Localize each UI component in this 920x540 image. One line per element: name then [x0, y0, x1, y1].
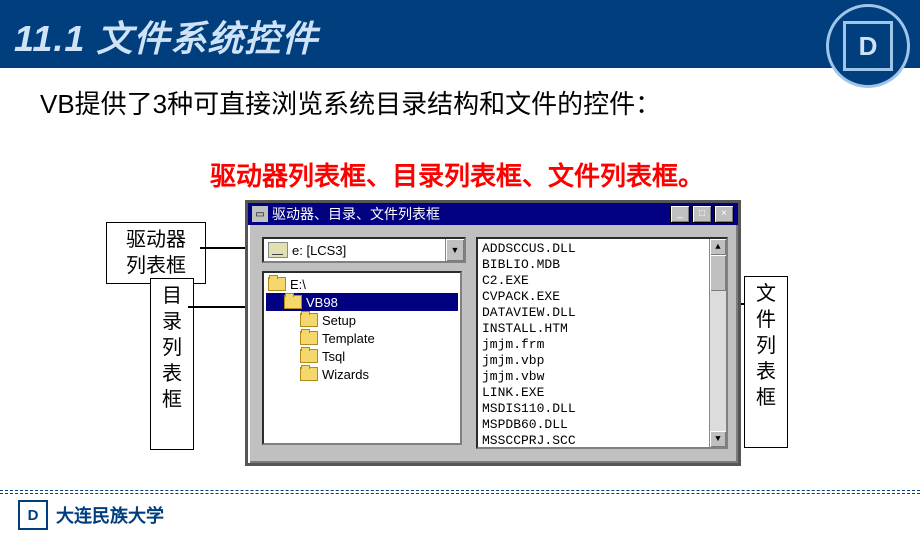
annotation-drive-line2: 列表框	[126, 255, 186, 277]
drive-listbox[interactable]: e: [LCS3] ▼	[262, 237, 466, 263]
window-title: 驱动器、目录、文件列表框	[272, 204, 670, 224]
file-item[interactable]: BIBLIO.MDB	[482, 257, 705, 273]
footer-university: 大连民族大学	[56, 502, 164, 528]
dropdown-arrow-icon[interactable]: ▼	[445, 239, 464, 261]
footer-logo-icon: D	[18, 500, 48, 530]
annotation-drive-line1: 驱动器	[126, 229, 186, 251]
directory-item[interactable]: Wizards	[266, 365, 458, 383]
folder-icon	[300, 349, 318, 363]
minimize-button[interactable]: _	[670, 205, 690, 223]
file-item[interactable]: C2.EXE	[482, 273, 705, 289]
folder-icon	[300, 313, 318, 327]
file-listbox[interactable]: ADDSCCUS.DLLBIBLIO.MDBC2.EXECVPACK.EXEDA…	[476, 237, 728, 449]
file-item[interactable]: jmjm.vbw	[482, 369, 705, 385]
file-item[interactable]: MSSCCPRJ.SCC	[482, 433, 705, 447]
close-button[interactable]: ×	[714, 205, 734, 223]
directory-item[interactable]: Tsql	[266, 347, 458, 365]
directory-name: Template	[322, 331, 375, 346]
directory-name: Tsql	[322, 349, 345, 364]
footer: D 大连民族大学	[18, 500, 164, 530]
vb-form-window: ▭ 驱动器、目录、文件列表框 _ □ × e: [LCS3] ▼ E:\VB98…	[245, 200, 741, 466]
scroll-up-icon[interactable]: ▲	[710, 239, 726, 255]
file-item[interactable]: ADDSCCUS.DLL	[482, 241, 705, 257]
file-item[interactable]: CVPACK.EXE	[482, 289, 705, 305]
intro-text: VB提供了3种可直接浏览系统目录结构和文件的控件：	[40, 84, 661, 121]
annotation-dir: 目录列表框	[150, 278, 194, 450]
file-item[interactable]: INSTALL.HTM	[482, 321, 705, 337]
directory-name: E:\	[290, 277, 306, 292]
folder-icon	[300, 367, 318, 381]
folder-icon	[300, 331, 318, 345]
folder-icon	[268, 277, 286, 291]
drive-icon	[268, 242, 288, 258]
file-item[interactable]: MSDIS110.DLL	[482, 401, 705, 417]
directory-listbox[interactable]: E:\VB98 Setup Template Tsql Wizards	[262, 271, 462, 445]
scroll-thumb[interactable]	[710, 255, 726, 291]
university-logo: D	[826, 4, 910, 88]
file-item[interactable]: jmjm.frm	[482, 337, 705, 353]
file-item[interactable]: jmjm.vbp	[482, 353, 705, 369]
control-names: 驱动器列表框、目录列表框、文件列表框。	[210, 156, 704, 193]
maximize-button[interactable]: □	[692, 205, 712, 223]
directory-item[interactable]: E:\	[266, 275, 458, 293]
annotation-drive: 驱动器 列表框	[106, 222, 206, 284]
scroll-track[interactable]	[710, 291, 726, 431]
slide-title: 11.1 文件系统控件	[14, 10, 318, 62]
file-item[interactable]: DATAVIEW.DLL	[482, 305, 705, 321]
directory-item[interactable]: Setup	[266, 311, 458, 329]
annotation-file: 文件列表框	[744, 276, 788, 448]
scroll-down-icon[interactable]: ▼	[710, 431, 726, 447]
directory-name: Setup	[322, 313, 356, 328]
folder-icon	[284, 295, 302, 309]
footer-divider	[0, 490, 920, 494]
file-item[interactable]: LINK.EXE	[482, 385, 705, 401]
drive-text: e: [LCS3]	[292, 243, 445, 258]
directory-item[interactable]: Template	[266, 329, 458, 347]
directory-name: VB98	[306, 295, 338, 310]
directory-item[interactable]: VB98	[266, 293, 458, 311]
logo-letter: D	[843, 21, 893, 71]
form-icon: ▭	[252, 206, 268, 222]
titlebar[interactable]: ▭ 驱动器、目录、文件列表框 _ □ ×	[248, 203, 738, 225]
scrollbar[interactable]: ▲ ▼	[709, 239, 726, 447]
directory-name: Wizards	[322, 367, 369, 382]
file-item[interactable]: MSPDB60.DLL	[482, 417, 705, 433]
